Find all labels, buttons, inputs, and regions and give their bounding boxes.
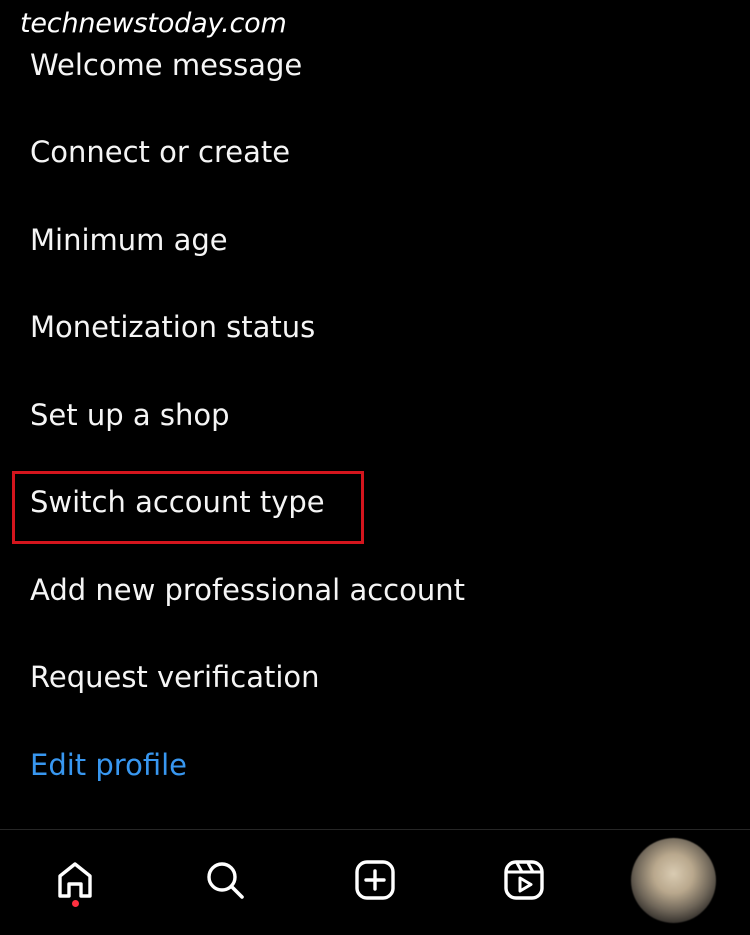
menu-item-connect-or-create[interactable]: Connect or create bbox=[30, 132, 290, 172]
reels-tab[interactable] bbox=[494, 850, 554, 910]
menu-item-monetization-status[interactable]: Monetization status bbox=[30, 307, 315, 347]
home-icon bbox=[52, 857, 98, 903]
watermark-text: technewstoday.com bbox=[20, 8, 287, 39]
highlight-box bbox=[12, 471, 364, 544]
menu-item-add-professional-account[interactable]: Add new professional account bbox=[30, 570, 465, 610]
edit-profile-link[interactable]: Edit profile bbox=[30, 745, 187, 785]
create-icon bbox=[352, 857, 398, 903]
reels-icon bbox=[501, 857, 547, 903]
create-tab[interactable] bbox=[345, 850, 405, 910]
search-tab[interactable] bbox=[195, 850, 255, 910]
profile-avatar[interactable] bbox=[631, 838, 716, 923]
menu-item-set-up-shop[interactable]: Set up a shop bbox=[30, 395, 229, 435]
menu-item-welcome-message[interactable]: Welcome message bbox=[30, 45, 302, 85]
menu-item-request-verification[interactable]: Request verification bbox=[30, 657, 320, 697]
search-icon bbox=[202, 857, 248, 903]
menu-item-minimum-age[interactable]: Minimum age bbox=[30, 220, 228, 260]
notification-dot bbox=[72, 900, 79, 907]
bottom-nav bbox=[0, 830, 750, 935]
